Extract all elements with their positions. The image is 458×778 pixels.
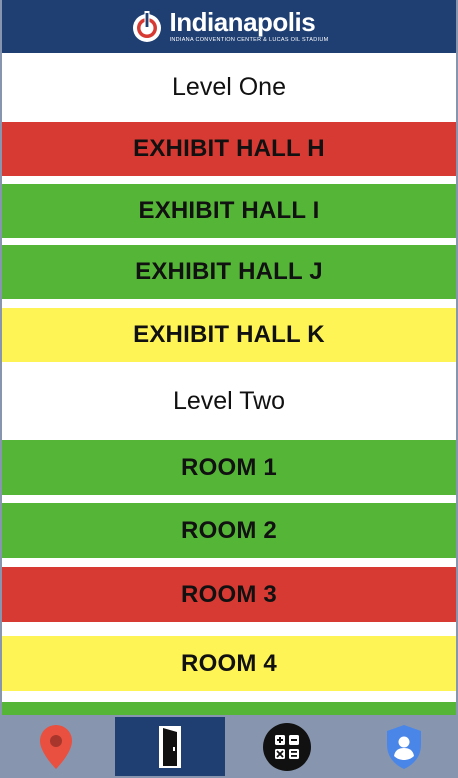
room-row-exhibit-hall-i[interactable]: EXHIBIT HALL I bbox=[2, 184, 456, 238]
map-pin-icon bbox=[39, 724, 72, 769]
room-row-exhibit-hall-k[interactable]: EXHIBIT HALL K bbox=[2, 308, 456, 362]
room-row-room-4[interactable]: ROOM 4 bbox=[2, 636, 456, 691]
room-row-room-1[interactable]: ROOM 1 bbox=[2, 440, 456, 495]
room-label: ROOM 3 bbox=[181, 580, 277, 608]
level-heading-two: Level Two bbox=[2, 362, 456, 440]
logo-wordmark: Indianapolis bbox=[169, 7, 316, 38]
room-status-list[interactable]: Level One EXHIBIT HALL H EXHIBIT HALL I … bbox=[2, 53, 456, 715]
tab-calculator[interactable] bbox=[231, 717, 343, 776]
power-logo-icon bbox=[132, 10, 161, 42]
level-label: Level Two bbox=[172, 386, 286, 415]
room-row-room-3[interactable]: ROOM 3 bbox=[2, 567, 456, 622]
level-label: Level One bbox=[172, 73, 286, 101]
door-icon bbox=[159, 725, 181, 768]
room-label: EXHIBIT HALL K bbox=[133, 321, 325, 348]
calculator-icon bbox=[263, 722, 311, 771]
room-label: EXHIBIT HALL J bbox=[135, 258, 323, 285]
app-frame: Indianapolis INDIANA CONVENTION CENTER &… bbox=[0, 0, 458, 778]
room-row-room-2[interactable]: ROOM 2 bbox=[2, 503, 456, 558]
room-label: EXHIBIT HALL H bbox=[133, 135, 325, 162]
room-label: ROOM 4 bbox=[181, 649, 277, 677]
tab-rooms[interactable] bbox=[115, 717, 225, 776]
tab-map[interactable] bbox=[0, 717, 111, 776]
level-heading-one: Level One bbox=[2, 53, 456, 122]
room-label: EXHIBIT HALL I bbox=[138, 197, 320, 224]
user-shield-icon bbox=[386, 724, 421, 769]
room-label: ROOM 2 bbox=[181, 516, 277, 544]
room-row-exhibit-hall-h[interactable]: EXHIBIT HALL H bbox=[2, 122, 456, 176]
app-header: Indianapolis INDIANA CONVENTION CENTER &… bbox=[2, 0, 456, 53]
bottom-tab-bar bbox=[0, 715, 458, 778]
room-label: ROOM 1 bbox=[181, 453, 277, 481]
tab-account[interactable] bbox=[349, 717, 458, 776]
room-row-exhibit-hall-j[interactable]: EXHIBIT HALL J bbox=[2, 245, 456, 299]
room-row-partial[interactable] bbox=[2, 702, 456, 715]
indianapolis-logo: Indianapolis INDIANA CONVENTION CENTER &… bbox=[130, 9, 329, 44]
logo-subtitle: INDIANA CONVENTION CENTER & LUCAS OIL ST… bbox=[169, 37, 329, 44]
